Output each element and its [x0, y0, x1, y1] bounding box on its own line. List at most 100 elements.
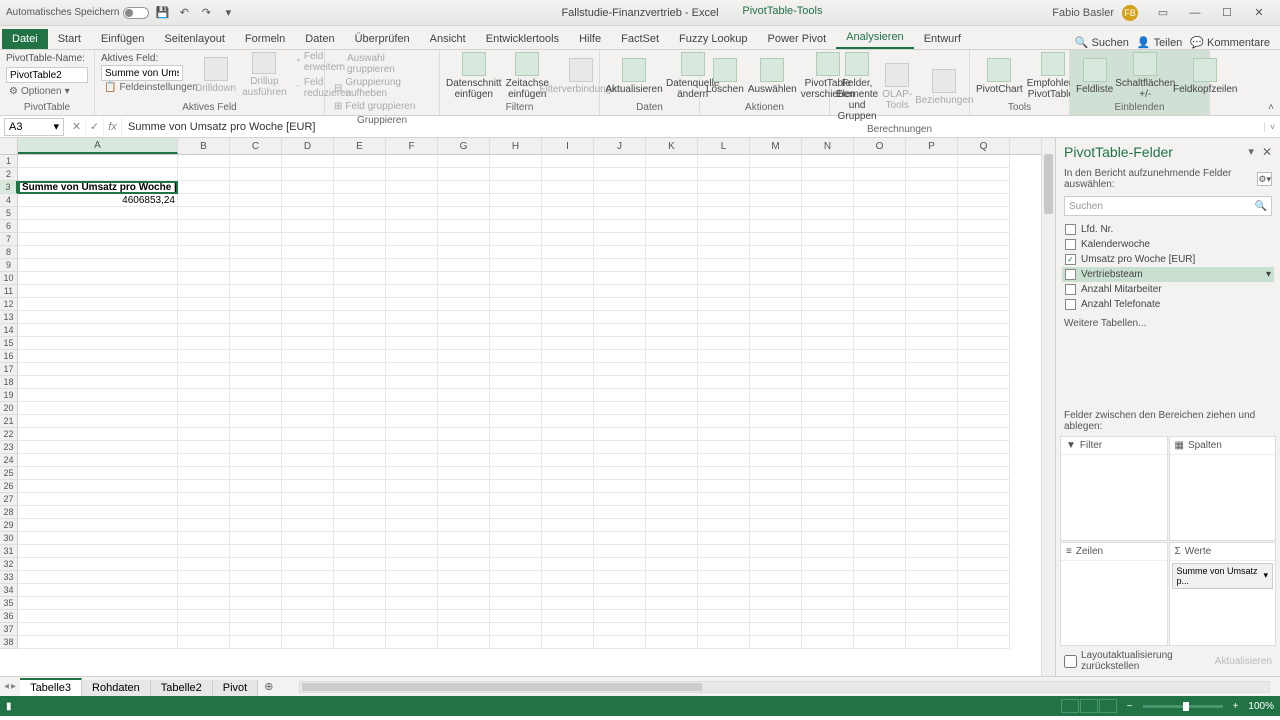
cell[interactable] [646, 519, 698, 532]
cell[interactable] [750, 389, 802, 402]
cell[interactable] [178, 610, 230, 623]
cell[interactable] [230, 623, 282, 636]
cell[interactable] [438, 558, 490, 571]
cell[interactable] [542, 454, 594, 467]
cell[interactable] [698, 350, 750, 363]
cell[interactable] [18, 324, 178, 337]
pivot-name-input[interactable] [6, 67, 88, 83]
cell[interactable] [594, 571, 646, 584]
cell[interactable] [230, 272, 282, 285]
cell[interactable] [698, 532, 750, 545]
cell[interactable] [802, 558, 854, 571]
cell[interactable] [178, 363, 230, 376]
cell[interactable] [958, 220, 1010, 233]
cell[interactable] [958, 402, 1010, 415]
cell[interactable] [854, 168, 906, 181]
sheet-tab[interactable]: Pivot [213, 680, 258, 696]
tab-fuzzy[interactable]: Fuzzy Lookup [669, 29, 757, 49]
cell[interactable] [438, 506, 490, 519]
row-header[interactable]: 7 [0, 233, 18, 246]
cell[interactable] [958, 350, 1010, 363]
page-layout-icon[interactable] [1080, 699, 1098, 713]
cell[interactable] [958, 467, 1010, 480]
tab-formulas[interactable]: Formeln [235, 29, 295, 49]
cell[interactable] [542, 311, 594, 324]
cell[interactable] [958, 363, 1010, 376]
cell[interactable] [854, 272, 906, 285]
cell[interactable] [698, 389, 750, 402]
cell[interactable] [386, 376, 438, 389]
cell[interactable] [958, 545, 1010, 558]
close-icon[interactable]: ✕ [1244, 3, 1274, 23]
cell[interactable] [490, 415, 542, 428]
cell[interactable] [230, 558, 282, 571]
cell[interactable] [698, 311, 750, 324]
cell[interactable] [594, 168, 646, 181]
cell[interactable] [698, 636, 750, 649]
cell[interactable] [542, 415, 594, 428]
checkbox-icon[interactable] [1065, 299, 1076, 310]
cell[interactable] [594, 337, 646, 350]
cell[interactable] [230, 324, 282, 337]
row-header[interactable]: 18 [0, 376, 18, 389]
tab-powerpivot[interactable]: Power Pivot [758, 29, 837, 49]
cell[interactable] [698, 610, 750, 623]
cell[interactable] [18, 350, 178, 363]
cell[interactable] [282, 298, 334, 311]
cell[interactable] [178, 337, 230, 350]
cell[interactable] [802, 545, 854, 558]
cell[interactable] [230, 155, 282, 168]
field-item[interactable]: Lfd. Nr. [1062, 222, 1274, 237]
cell[interactable] [854, 259, 906, 272]
cell[interactable] [646, 493, 698, 506]
cell[interactable] [906, 363, 958, 376]
cell[interactable] [750, 246, 802, 259]
cell[interactable] [230, 571, 282, 584]
cell[interactable] [594, 532, 646, 545]
cell[interactable] [490, 571, 542, 584]
cell[interactable] [334, 610, 386, 623]
col-header-D[interactable]: D [282, 138, 334, 154]
cell[interactable] [750, 259, 802, 272]
cell[interactable] [282, 181, 334, 194]
cell[interactable] [958, 233, 1010, 246]
cell[interactable] [542, 207, 594, 220]
cell[interactable] [386, 493, 438, 506]
cell[interactable] [282, 324, 334, 337]
cell[interactable] [18, 155, 178, 168]
row-header[interactable]: 33 [0, 571, 18, 584]
cell[interactable] [230, 493, 282, 506]
cell[interactable] [490, 610, 542, 623]
checkbox-icon[interactable] [1065, 239, 1076, 250]
cell[interactable] [646, 415, 698, 428]
tell-me-search[interactable]: 🔍 Suchen [1075, 36, 1129, 49]
cell[interactable] [438, 285, 490, 298]
cell[interactable] [542, 597, 594, 610]
cell[interactable] [594, 610, 646, 623]
row-header[interactable]: 23 [0, 441, 18, 454]
cell[interactable] [854, 558, 906, 571]
cell[interactable] [646, 324, 698, 337]
cell[interactable] [386, 636, 438, 649]
cell[interactable] [906, 480, 958, 493]
cell[interactable] [802, 623, 854, 636]
cell[interactable] [646, 207, 698, 220]
cell[interactable] [334, 233, 386, 246]
cell[interactable] [490, 389, 542, 402]
cell[interactable] [906, 168, 958, 181]
cell[interactable]: Summe von Umsatz pro Woche [EUR] [18, 181, 178, 194]
cell[interactable] [178, 402, 230, 415]
cell[interactable] [854, 363, 906, 376]
cell[interactable] [386, 441, 438, 454]
cell[interactable] [698, 207, 750, 220]
row-header[interactable]: 29 [0, 519, 18, 532]
cell[interactable] [750, 233, 802, 246]
cell[interactable] [698, 506, 750, 519]
cell[interactable] [490, 558, 542, 571]
cell[interactable] [594, 259, 646, 272]
cell[interactable] [906, 610, 958, 623]
cell[interactable] [802, 207, 854, 220]
cell[interactable] [438, 480, 490, 493]
cell[interactable] [750, 350, 802, 363]
cell[interactable] [750, 506, 802, 519]
